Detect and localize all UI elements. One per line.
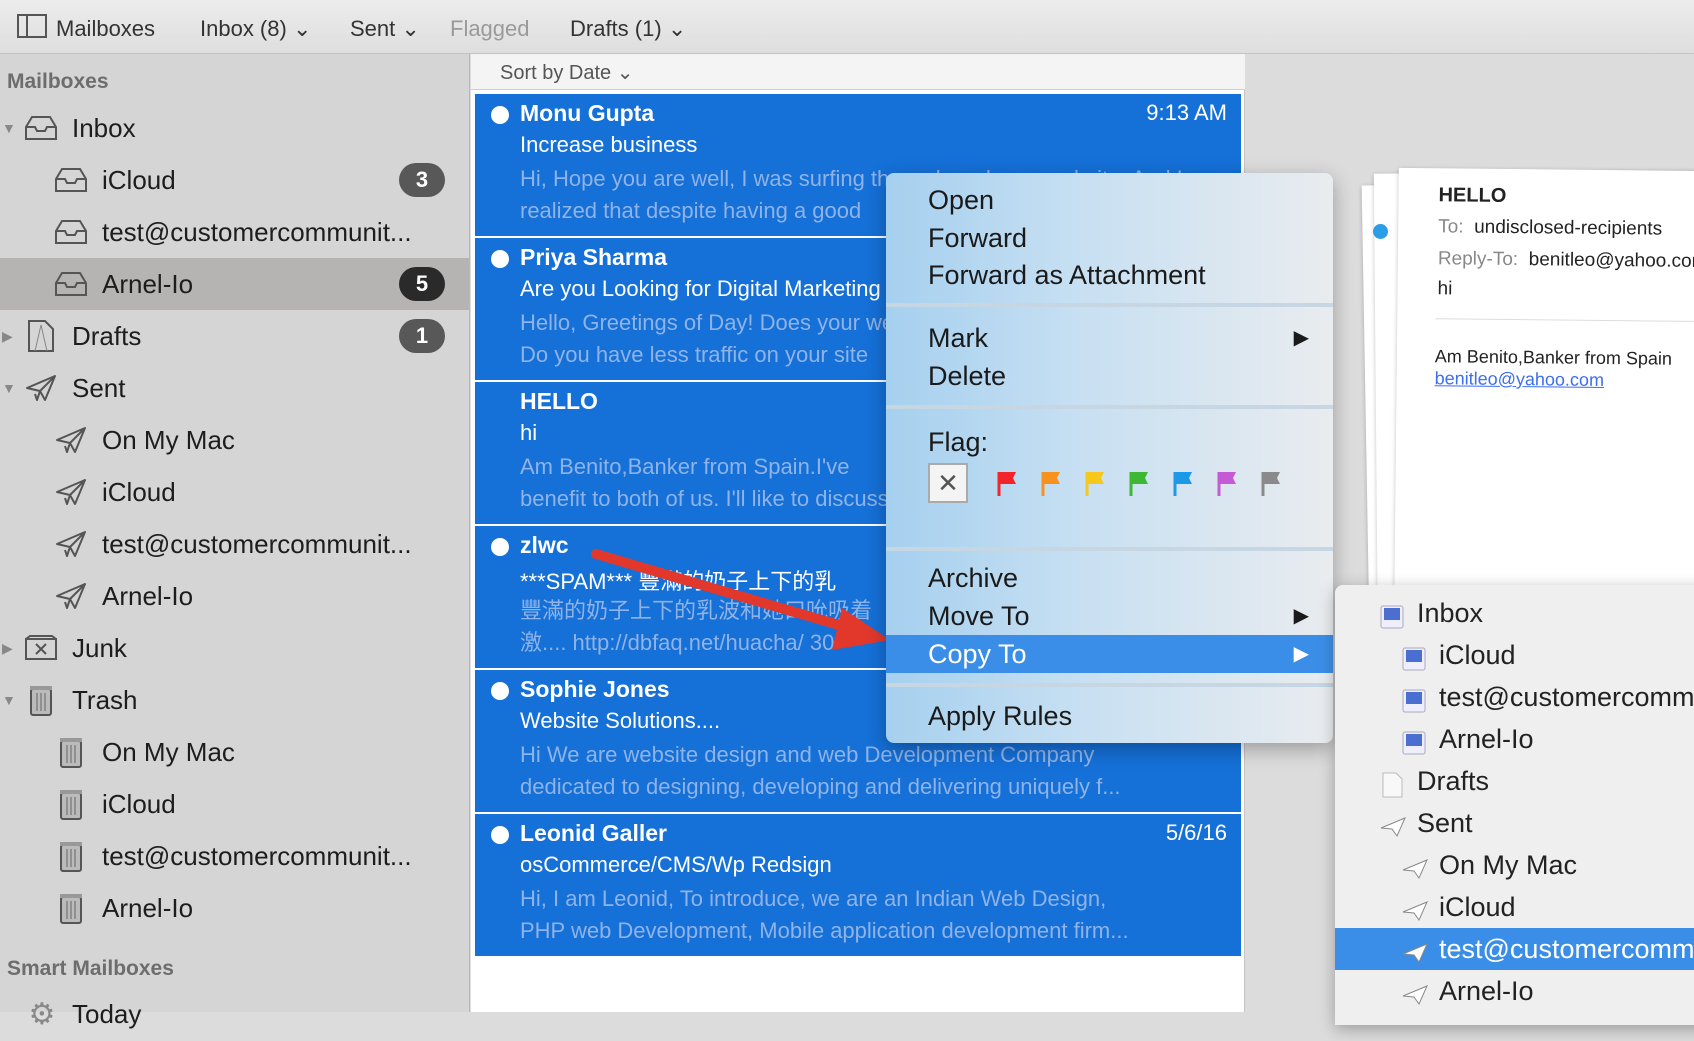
inbox-mailbox-icon	[1401, 684, 1427, 713]
destination-label: Arnel-Io	[1439, 724, 1534, 754]
copy-to-destination[interactable]: Inbox	[1335, 592, 1694, 634]
flag-icon	[1041, 472, 1060, 496]
flag-color-button[interactable]	[1258, 469, 1286, 497]
destination-label: Drafts	[1417, 766, 1490, 796]
copy-to-destination[interactable]: Sent	[1335, 802, 1694, 844]
submenu-arrow-icon: ▶	[1293, 643, 1309, 665]
inbox-mailbox-icon	[1379, 600, 1405, 629]
copy-to-destination[interactable]: Arnel-Io	[1335, 718, 1694, 760]
menu-separator	[886, 405, 1333, 409]
flag-icon	[1217, 472, 1236, 496]
menu-item-mark[interactable]: Mark ▶	[886, 319, 1333, 357]
destination-label: test@customercommunity	[1439, 934, 1694, 964]
flag-icon	[1085, 472, 1104, 496]
flag-color-button[interactable]	[1082, 469, 1110, 497]
copy-to-destination[interactable]: iCloud	[1335, 886, 1694, 928]
copy-to-destination[interactable]: On My Mac	[1335, 844, 1694, 886]
menu-item-open[interactable]: Open	[886, 181, 1333, 219]
menu-item-copy-to[interactable]: Copy To ▶	[886, 635, 1333, 673]
sent-mailbox-icon	[1401, 936, 1428, 964]
copy-to-destination[interactable]: test@customercommunity	[1335, 676, 1694, 718]
menu-item-move-to[interactable]: Move To ▶	[886, 597, 1333, 635]
copy-to-submenu: Inbox iCloud test@customercommunity Arnel-I…	[1335, 585, 1694, 1025]
sent-mailbox-icon	[1401, 978, 1428, 1006]
destination-label: Inbox	[1417, 598, 1484, 628]
menu-flag-label: Flag:	[928, 427, 989, 457]
destination-label: Sent	[1417, 808, 1473, 838]
menu-item-forward-as-attachment[interactable]: Forward as Attachment	[886, 256, 1333, 294]
sent-mailbox-icon	[1401, 852, 1428, 880]
context-menu: Open Forward Forward as Attachment Mark ▶…	[886, 173, 1333, 743]
flag-icon	[1261, 472, 1280, 496]
menu-item-label: Mark	[928, 323, 988, 353]
flag-icon	[997, 472, 1016, 496]
destination-label: test@customercommunity	[1439, 682, 1694, 712]
menu-separator	[886, 683, 1333, 687]
flag-color-button[interactable]	[1214, 469, 1242, 497]
submenu-arrow-icon: ▶	[1293, 605, 1309, 627]
sent-mailbox-icon	[1379, 810, 1406, 838]
menu-item-delete[interactable]: Delete	[886, 357, 1333, 395]
clear-flag-button[interactable]: ✕	[928, 463, 968, 503]
destination-label: Arnel-Io	[1439, 976, 1534, 1006]
flag-color-button[interactable]	[1038, 469, 1066, 497]
submenu-arrow-icon: ▶	[1293, 327, 1309, 349]
menu-item-archive[interactable]: Archive	[886, 559, 1333, 597]
menu-item-label: Copy To	[928, 639, 1027, 669]
destination-label: iCloud	[1439, 640, 1516, 670]
copy-to-destination[interactable]: Arnel-Io	[1335, 970, 1694, 1012]
destination-label: iCloud	[1439, 892, 1516, 922]
inbox-mailbox-icon	[1401, 726, 1427, 755]
menu-item-apply-rules[interactable]: Apply Rules	[886, 697, 1333, 735]
menu-item-forward[interactable]: Forward	[886, 219, 1333, 257]
copy-to-destination[interactable]: Drafts	[1335, 760, 1694, 802]
flag-icon	[1129, 472, 1148, 496]
menu-separator	[886, 303, 1333, 307]
flag-picker: ✕	[928, 463, 1286, 503]
inbox-mailbox-icon	[1401, 642, 1427, 671]
flag-color-button[interactable]	[1170, 469, 1198, 497]
destination-label: On My Mac	[1439, 850, 1578, 880]
menu-separator	[886, 547, 1333, 551]
flag-color-button[interactable]	[1126, 469, 1154, 497]
copy-to-destination[interactable]: test@customercommunity	[1335, 928, 1694, 970]
sent-mailbox-icon	[1401, 894, 1428, 922]
flag-icon	[1173, 472, 1192, 496]
copy-to-destination[interactable]: iCloud	[1335, 634, 1694, 676]
flag-color-button[interactable]	[994, 469, 1022, 497]
menu-item-label: Move To	[928, 601, 1030, 631]
drafts-mailbox-icon	[1379, 768, 1405, 798]
